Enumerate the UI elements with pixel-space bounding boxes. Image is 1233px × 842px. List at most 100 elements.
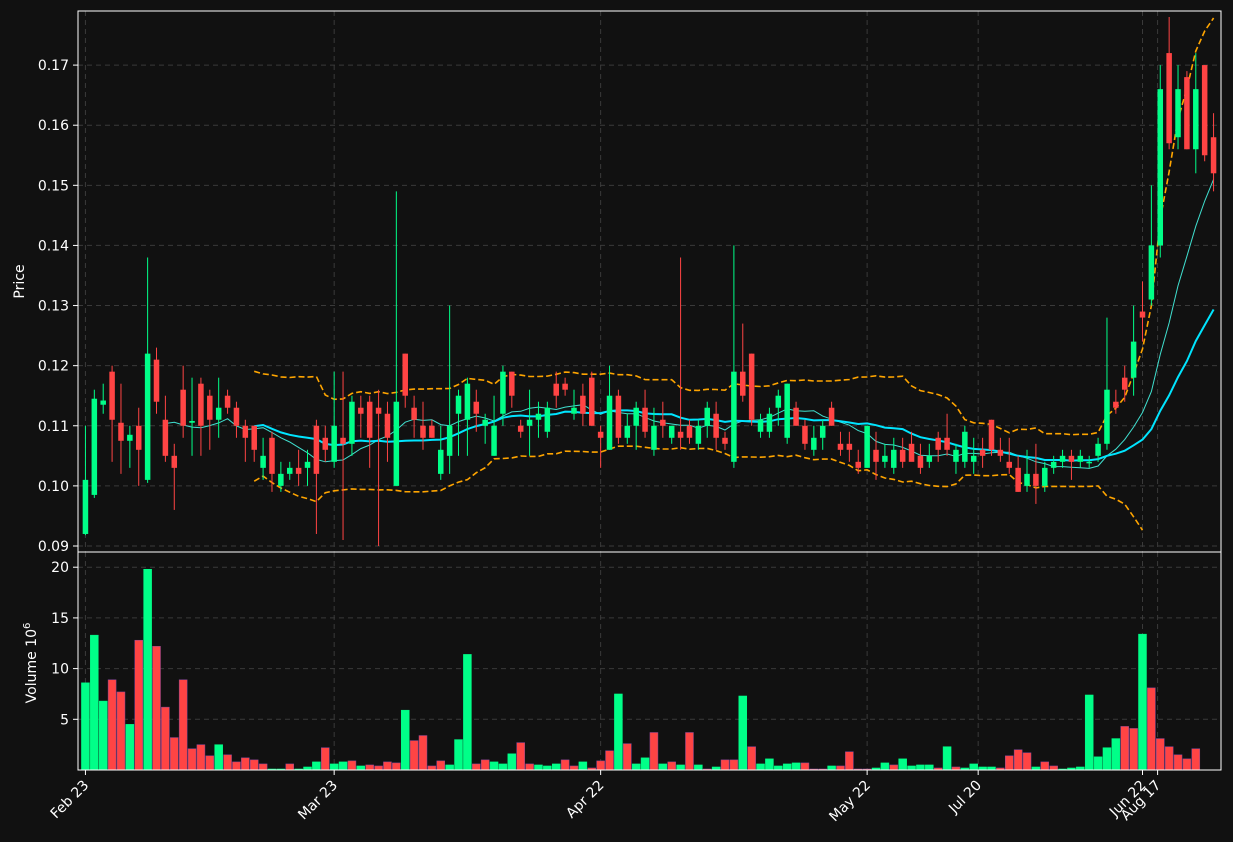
candle-body (1210, 137, 1217, 174)
volume-bar (214, 744, 223, 771)
candle-body (1148, 245, 1155, 300)
candle-body (1157, 89, 1164, 246)
volume-bar (916, 764, 925, 771)
candle-body (180, 389, 186, 426)
volume-bar (791, 762, 801, 771)
candle-body (224, 395, 231, 408)
candle-body (651, 425, 657, 450)
candle-body (1166, 53, 1172, 144)
candle-body (429, 425, 435, 438)
candle-body (482, 419, 488, 426)
volume-bar (534, 764, 543, 771)
candle-body (286, 467, 293, 474)
price-tick-label: 0.12 (38, 359, 69, 375)
candle-body (251, 425, 257, 450)
volume-bar (667, 761, 676, 771)
candle-body (144, 353, 151, 480)
candle-body (198, 383, 204, 426)
volume-axis-title: Volume 106 (22, 623, 40, 704)
volume-bar (489, 761, 499, 771)
price-tick-label: 0.15 (38, 178, 69, 194)
volume-bar (347, 760, 357, 771)
candle-body (535, 413, 542, 420)
candle-body (82, 479, 89, 534)
volume-bar (614, 693, 623, 771)
candle-body (349, 401, 355, 444)
volume-bar (1120, 726, 1129, 771)
candle-body (695, 425, 702, 444)
volume-bar (720, 759, 730, 771)
candle-body (970, 455, 977, 462)
candle-body (988, 419, 995, 450)
candle-body (1033, 473, 1039, 486)
candle-body (1042, 467, 1048, 486)
volume-bar (90, 634, 99, 771)
candle-body (1095, 443, 1101, 456)
candle-body (473, 401, 480, 414)
candle-body (1104, 389, 1110, 444)
candle-body (926, 455, 933, 462)
price-tick-label: 0.11 (38, 419, 69, 435)
volume-bar (543, 765, 552, 771)
candle-body (162, 419, 169, 456)
volume-bar (81, 682, 90, 771)
volume-bar (454, 739, 463, 771)
volume-bar (569, 765, 579, 771)
candle-body (713, 413, 719, 438)
volume-bar (800, 762, 810, 771)
candle-body (171, 455, 178, 468)
volume-bar (1111, 738, 1121, 771)
candle-body (660, 419, 666, 426)
volume-bar (125, 724, 135, 771)
volume-bar (1005, 755, 1014, 771)
candle-body (819, 425, 826, 438)
volume-bar (605, 750, 614, 771)
volume-bar (187, 748, 197, 771)
candle-body (331, 425, 337, 462)
volume-bar (365, 764, 374, 771)
volume-bar (480, 759, 490, 771)
volume-bar (472, 763, 481, 771)
candle-body (446, 425, 453, 456)
volume-bar (1156, 738, 1165, 771)
volume-bar (623, 743, 632, 771)
volume-bar (445, 764, 454, 771)
candle-body (322, 437, 329, 450)
candle-body (393, 401, 400, 486)
volume-bar (942, 746, 952, 771)
candle-body (908, 443, 915, 462)
price-tick-label: 0.16 (38, 118, 69, 134)
volume-bar (658, 763, 668, 771)
volume-bar (1147, 687, 1156, 771)
volume-bar (321, 747, 330, 771)
candle-body (526, 419, 533, 426)
candle-body (100, 400, 106, 405)
candle-body (384, 413, 391, 438)
volume-bar (596, 760, 605, 771)
volume-bar (258, 763, 268, 771)
price-axis-title: Price (12, 264, 28, 298)
candle-body (731, 371, 737, 462)
candle-body (1006, 461, 1013, 468)
candle-body (793, 407, 799, 426)
candle-body (1068, 455, 1075, 462)
volume-bar (756, 763, 765, 771)
volume-bar (312, 761, 321, 771)
candle-body (1113, 401, 1119, 408)
candle-body (153, 359, 160, 402)
candle-body (260, 455, 266, 468)
candle-body (882, 455, 888, 462)
candle-body (624, 425, 631, 438)
volume-tick-label: 20 (51, 560, 69, 576)
candle-body (1139, 311, 1146, 318)
candle-body (899, 449, 906, 462)
volume-bar (774, 765, 783, 771)
candle-body (215, 407, 222, 420)
candle-body (571, 407, 577, 414)
candle-body (233, 407, 240, 426)
candle-body (757, 419, 764, 432)
volume-bar (1164, 746, 1174, 771)
volume-bar (676, 764, 685, 771)
candle-body (1024, 473, 1030, 486)
candle-body (135, 425, 142, 450)
